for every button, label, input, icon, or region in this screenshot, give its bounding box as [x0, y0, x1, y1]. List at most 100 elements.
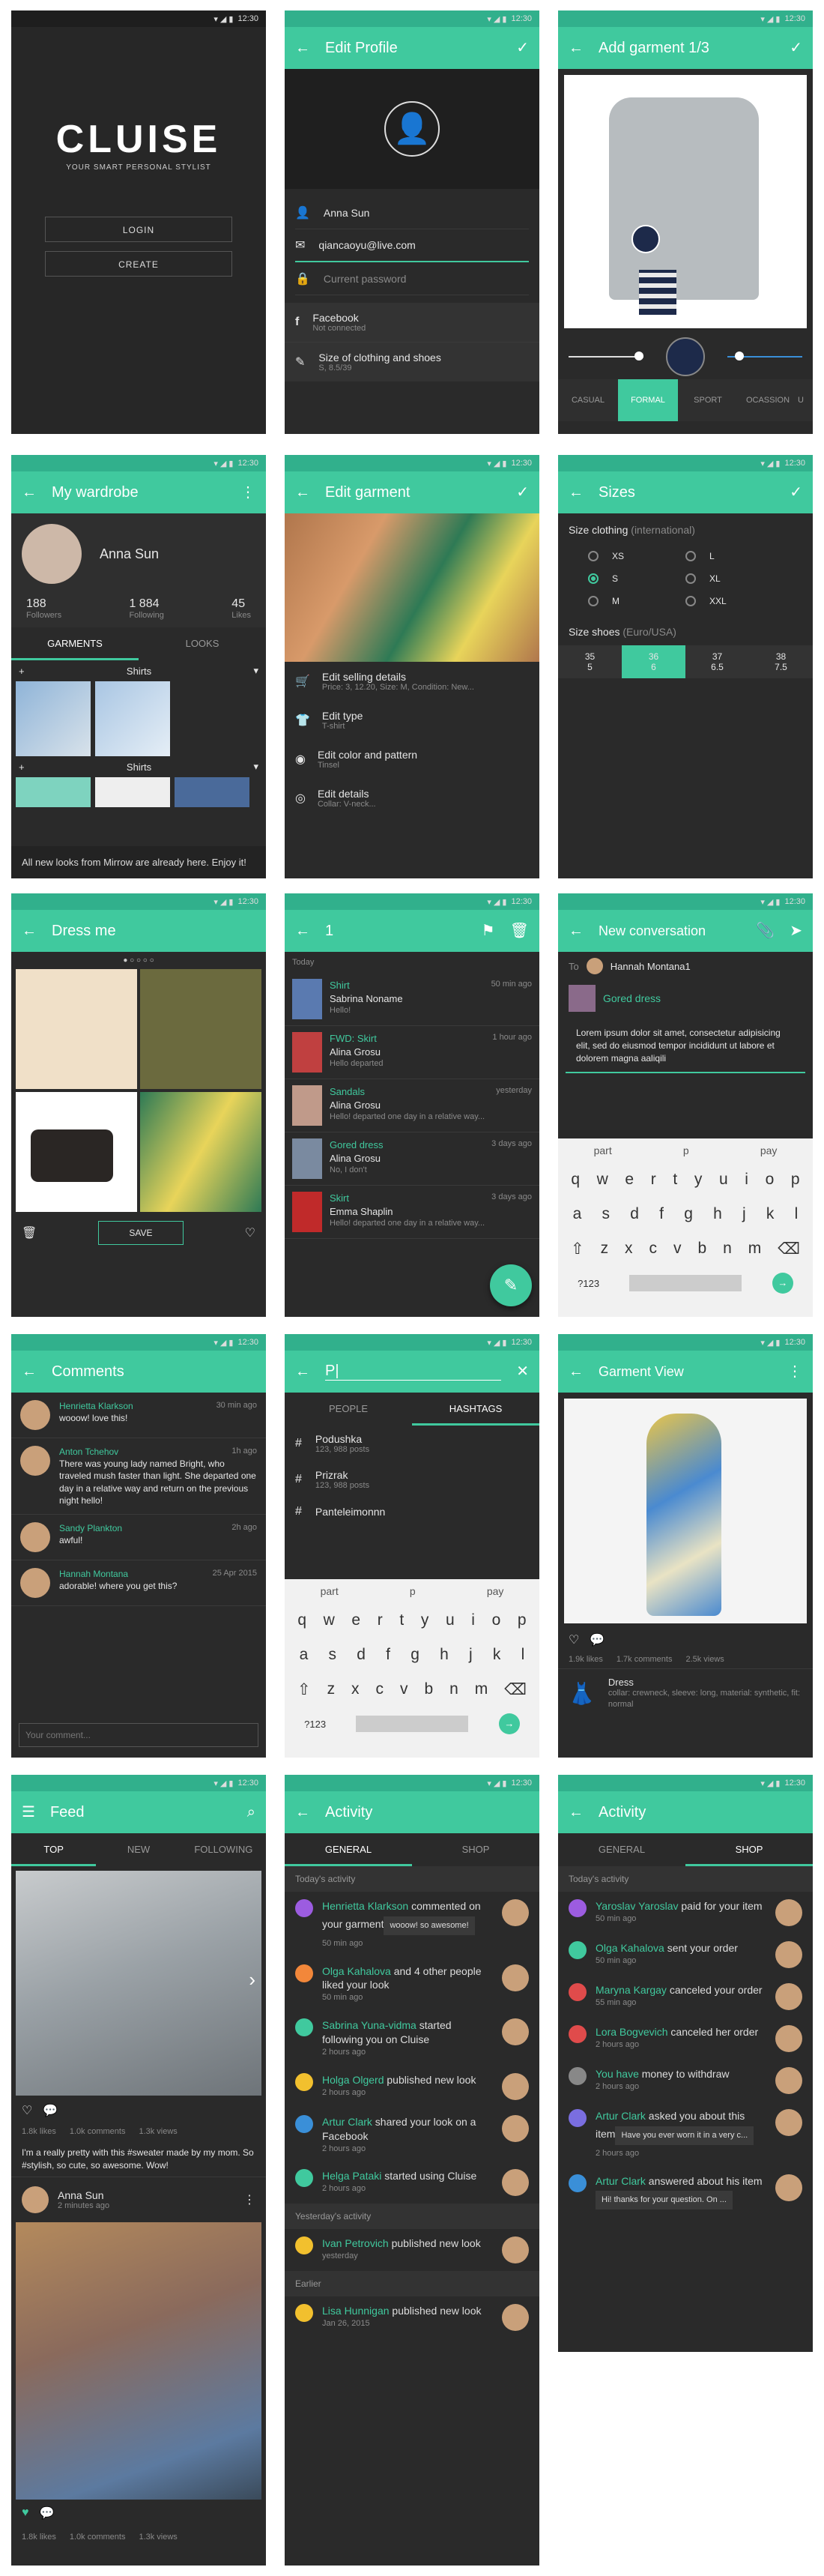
send-icon[interactable]: ➤	[790, 923, 802, 938]
check-icon[interactable]: ✓	[790, 40, 802, 55]
tab-looks[interactable]: LOOKS	[139, 627, 266, 660]
back-arrow-icon[interactable]: ←	[295, 40, 310, 55]
size-xxl[interactable]: XXL	[685, 596, 783, 606]
garment-thumb[interactable]	[16, 777, 91, 807]
actor-name[interactable]: Henrietta Klarkson	[322, 1900, 408, 1912]
size-s[interactable]: S	[588, 573, 685, 584]
dropdown-icon[interactable]: ▾	[253, 665, 258, 677]
check-icon[interactable]: ✓	[516, 485, 529, 500]
comment-row[interactable]: Henrietta Klarkson 30 min ago wooow! love …	[11, 1393, 266, 1438]
tab-general[interactable]: GENERAL	[285, 1833, 412, 1866]
back-arrow-icon[interactable]: ←	[295, 1364, 310, 1379]
outfit-item[interactable]	[16, 969, 137, 1089]
size-xl[interactable]: XL	[685, 573, 783, 584]
activity-item[interactable]: Henrietta Klarkson commented on your gar…	[285, 1892, 539, 1957]
more-icon[interactable]: ⋮	[240, 485, 255, 500]
activity-item[interactable]: Artur Clark asked you about this item Hav…	[558, 2102, 813, 2167]
tab-top[interactable]: TOP	[11, 1833, 97, 1866]
actor-name[interactable]: Artur Clark	[596, 2110, 646, 2122]
save-button[interactable]: SAVE	[98, 1221, 184, 1245]
activity-item[interactable]: Holga Olgerd published new look 2 hours a…	[285, 2066, 539, 2108]
actor-name[interactable]: Holga Olgerd	[322, 2074, 384, 2086]
commenter-name[interactable]: Anton Tchehov	[59, 1446, 118, 1458]
color-slider-right[interactable]	[727, 352, 802, 361]
avatar[interactable]	[502, 2236, 529, 2264]
comment-row[interactable]: Sandy Plankton 2h ago awful!	[11, 1515, 266, 1560]
commenter-name[interactable]: Hannah Montana	[59, 1568, 128, 1580]
post-author[interactable]: Anna Sun	[58, 2189, 234, 2201]
attach-icon[interactable]: 📎	[756, 923, 775, 938]
comment-input[interactable]: Your comment...	[19, 1723, 258, 1747]
key-row[interactable]: qwertyuiop	[558, 1162, 813, 1197]
search-input[interactable]: P|	[325, 1363, 502, 1381]
activity-item[interactable]: Maryna Kargay canceled your order 55 min …	[558, 1976, 813, 2018]
feed-photo[interactable]	[16, 2221, 261, 2500]
tab-shop[interactable]: SHOP	[412, 1833, 539, 1866]
commenter-name[interactable]: Sandy Plankton	[59, 1522, 122, 1534]
actor-name[interactable]: Yaroslav Yaroslav	[596, 1900, 679, 1912]
back-arrow-icon[interactable]: ←	[295, 485, 310, 500]
suggestion[interactable]: pay	[760, 1144, 778, 1156]
tab-people[interactable]: PEOPLE	[285, 1393, 412, 1426]
message-row[interactable]: Shirt 50 min ago Sabrina Noname Hello!	[285, 973, 539, 1026]
comment-icon[interactable]: 💬	[590, 1632, 605, 1647]
garment-photo[interactable]	[564, 75, 807, 328]
delete-icon[interactable]: 🗑	[510, 923, 529, 938]
outfit-item[interactable]	[140, 969, 261, 1089]
color-slider-left[interactable]	[569, 352, 643, 361]
message-row[interactable]: Skirt 3 days ago Emma Shaplin Hello! depart…	[285, 1186, 539, 1239]
comment-row[interactable]: Hannah Montana 25 Apr 2015 adorable! where…	[11, 1560, 266, 1606]
avatar[interactable]	[502, 1964, 529, 1991]
commenter-name[interactable]: Henrietta Klarkson	[59, 1400, 133, 1412]
shoe-size[interactable]: 38 7.5	[749, 645, 813, 678]
size-item[interactable]: ✎ Size of clothing and shoes S, 8.5/39	[285, 343, 539, 381]
tab-shop[interactable]: SHOP	[685, 1833, 813, 1866]
back-arrow-icon[interactable]: ←	[569, 485, 584, 500]
avatar[interactable]	[775, 2109, 802, 2136]
garment-thumb[interactable]	[175, 777, 249, 807]
garment-photo[interactable]	[285, 513, 539, 662]
keyboard[interactable]: part p pay qwertyuiop asdfghjkl ⇧ z x c v b n m ⌫ …	[285, 1579, 539, 1758]
activity-item[interactable]: Artur Clark answered about his item Hi! t…	[558, 2167, 813, 2221]
avatar[interactable]	[502, 1899, 529, 1926]
key-row[interactable]: ⇧ z x c v b n m ⌫	[558, 1231, 813, 1266]
heart-icon[interactable]: ♡	[569, 1632, 579, 1647]
key-row[interactable]: ?123 →	[558, 1266, 813, 1300]
activity-item[interactable]: Yaroslav Yaroslav paid for your item 50 m…	[558, 1892, 813, 1934]
trash-icon[interactable]: 🗑	[22, 1225, 37, 1240]
color-swatch[interactable]	[666, 337, 705, 376]
avatar[interactable]	[775, 2067, 802, 2094]
back-arrow-icon[interactable]: ←	[569, 1364, 584, 1379]
activity-item[interactable]: Olga Kahalova sent your order 50 min ago	[558, 1934, 813, 1976]
stat-likes[interactable]: 45 Likes	[231, 597, 251, 620]
suggestion[interactable]: part	[321, 1585, 339, 1597]
actor-name[interactable]: Olga Kahalova	[322, 1965, 391, 1977]
menu-icon[interactable]: ☰	[22, 1805, 35, 1820]
close-icon[interactable]: ✕	[516, 1364, 529, 1379]
actor-name[interactable]: Artur Clark	[596, 2175, 646, 2187]
heart-filled-icon[interactable]: ♥	[22, 2506, 29, 2520]
activity-item[interactable]: You have money to withdraw 2 hours ago	[558, 2060, 813, 2102]
back-arrow-icon[interactable]: ←	[569, 1805, 584, 1820]
suggestion[interactable]: pay	[487, 1585, 504, 1597]
tab-general[interactable]: GENERAL	[558, 1833, 685, 1866]
keyboard[interactable]: part p pay qwertyuiop asdfghjkl ⇧ z x c v b n m ⌫ …	[558, 1138, 813, 1317]
actor-name[interactable]: Olga Kahalova	[596, 1942, 664, 1954]
name-field[interactable]: Anna Sun	[324, 207, 370, 219]
message-row[interactable]: FWD: Skirt 1 hour ago Alina Grosu Hello dep…	[285, 1026, 539, 1079]
comment-icon[interactable]: 💬	[43, 2103, 58, 2118]
result-item[interactable]: # Podushka 123, 988 posts	[285, 1426, 539, 1462]
tab-new[interactable]: NEW	[96, 1833, 181, 1866]
garment-photo[interactable]	[564, 1399, 807, 1623]
avatar[interactable]	[775, 2025, 802, 2052]
size-l[interactable]: L	[685, 551, 783, 561]
tab-formal[interactable]: FORMAL	[618, 379, 678, 421]
tab-sport[interactable]: SPORT	[678, 396, 738, 405]
activity-item[interactable]: Ivan Petrovich published new look yesterd…	[285, 2229, 539, 2271]
outfit-item[interactable]	[16, 1092, 137, 1212]
flag-icon[interactable]: ⚑	[482, 923, 495, 938]
edit-color-item[interactable]: ◉ Edit color and pattern Tinsel	[285, 740, 539, 779]
actor-name[interactable]: Lora Bogvevich	[596, 2026, 668, 2038]
tab-hashtags[interactable]: HASHTAGS	[412, 1393, 539, 1426]
avatar[interactable]	[22, 524, 82, 584]
